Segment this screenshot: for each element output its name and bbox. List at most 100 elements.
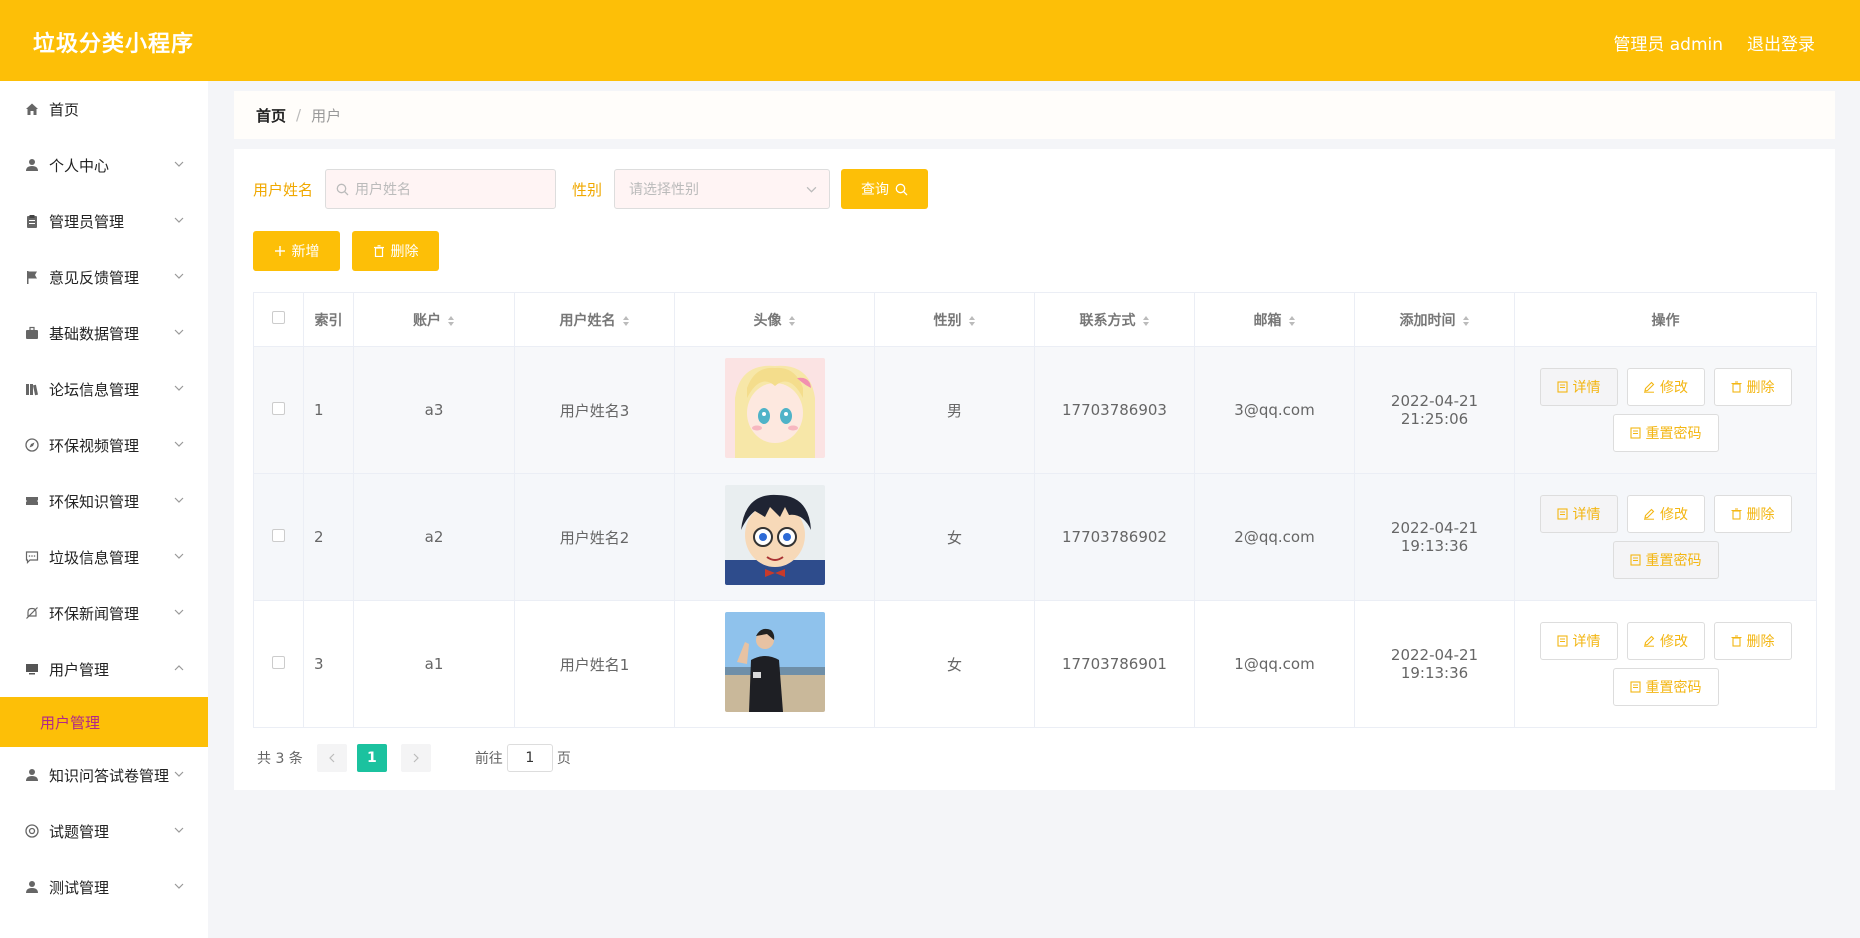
column-header-index: 索引 xyxy=(303,292,354,347)
sidebar-item-knowledge[interactable]: 环保知识管理 xyxy=(0,473,208,529)
sort-icon[interactable] xyxy=(1288,315,1296,327)
user-table: 索引 账户 用户姓名 头像 性别 联系方式 邮箱 添加时间 操作 1 a3 用户… xyxy=(253,292,1817,728)
name-search-input[interactable]: 用户姓名 xyxy=(325,169,557,209)
reset-password-button[interactable]: 重置密码 xyxy=(1612,668,1719,706)
admin-label[interactable]: 管理员 admin xyxy=(1613,30,1723,55)
row-checkbox[interactable] xyxy=(272,529,285,542)
gender-select[interactable]: 请选择性别 xyxy=(614,169,831,209)
next-page-button[interactable] xyxy=(400,744,431,772)
logout-button[interactable]: 退出登录 xyxy=(1747,30,1815,55)
sidebar-item-news[interactable]: 环保新闻管理 xyxy=(0,585,208,641)
search-icon xyxy=(336,183,349,195)
avatar-image[interactable] xyxy=(724,612,825,712)
row-checkbox[interactable] xyxy=(272,402,285,415)
sort-icon[interactable] xyxy=(1142,315,1150,327)
detail-button[interactable]: 详情 xyxy=(1539,368,1618,406)
sidebar-item-forum[interactable]: 论坛信息管理 xyxy=(0,361,208,417)
reset-password-button[interactable]: 重置密码 xyxy=(1612,414,1719,452)
edit-button[interactable]: 修改 xyxy=(1626,368,1705,406)
sort-icon[interactable] xyxy=(1462,315,1470,327)
cell-account: a1 xyxy=(353,600,515,728)
search-form: 用户姓名 用户姓名 性别 请选择性别 查询 xyxy=(253,169,1816,209)
reset-password-button[interactable]: 重置密码 xyxy=(1612,541,1719,579)
query-button[interactable]: 查询 xyxy=(841,169,929,209)
sidebar-item-label: 个人中心 xyxy=(49,156,110,175)
page-number-current[interactable]: 1 xyxy=(356,744,387,772)
cell-index: 2 xyxy=(303,473,354,601)
sidebar-item-label: 垃圾信息管理 xyxy=(49,548,140,567)
main-content: 首页 / 用户 用户姓名 用户姓名 性别 请选择性别 查询 新增 删除 索引 账… xyxy=(234,91,1835,790)
column-header-label: 账户 xyxy=(413,312,441,329)
clipboard-icon xyxy=(24,213,40,229)
sidebar-item-questions[interactable]: 试题管理 xyxy=(0,803,208,859)
column-header-label: 头像 xyxy=(753,312,782,329)
sidebar-item-basic-data[interactable]: 基础数据管理 xyxy=(0,305,208,361)
column-header-phone[interactable]: 联系方式 xyxy=(1034,292,1195,347)
sidebar-item-admin[interactable]: 管理员管理 xyxy=(0,193,208,249)
sidebar-item-home[interactable]: 首页 xyxy=(0,81,208,137)
detail-button[interactable]: 详情 xyxy=(1539,622,1618,660)
avatar-image[interactable] xyxy=(724,485,825,585)
cell-created: 2022-04-21 19:13:36 xyxy=(1354,600,1515,728)
goto-suffix: 页 xyxy=(556,751,571,767)
compass-icon xyxy=(24,437,40,453)
cell-name: 用户姓名3 xyxy=(514,346,675,474)
cell-account: a3 xyxy=(353,346,515,474)
sidebar-item-label: 基础数据管理 xyxy=(49,324,140,343)
cell-account: a2 xyxy=(353,473,515,601)
cell-avatar xyxy=(674,600,875,728)
prev-page-button[interactable] xyxy=(316,744,347,772)
column-header-created[interactable]: 添加时间 xyxy=(1354,292,1515,347)
sort-icon[interactable] xyxy=(447,315,455,327)
user-icon xyxy=(24,879,40,895)
sidebar-item-tests[interactable]: 测试管理 xyxy=(0,859,208,915)
document-icon xyxy=(1629,681,1641,693)
delete-button[interactable]: 删除 xyxy=(1713,622,1792,660)
column-header-account[interactable]: 账户 xyxy=(353,292,515,347)
sort-icon[interactable] xyxy=(622,315,630,327)
cell-avatar xyxy=(674,346,875,474)
delete-button[interactable]: 删除 xyxy=(1713,495,1792,533)
pagination-total: 共 3 条 xyxy=(257,751,303,767)
table-row: 1 a3 用户姓名3 男 17703786903 3@qq.com 2022-0… xyxy=(253,346,1817,474)
column-header-label: 索引 xyxy=(314,312,343,329)
home-icon xyxy=(24,101,40,117)
user-icon xyxy=(24,157,40,173)
name-search-placeholder: 用户姓名 xyxy=(355,182,412,198)
detail-button-label: 详情 xyxy=(1572,507,1601,523)
sidebar-subitem-user-management[interactable]: 用户管理 xyxy=(0,697,208,747)
sidebar-item-garbage[interactable]: 垃圾信息管理 xyxy=(0,529,208,585)
sidebar-item-quiz-papers[interactable]: 知识问答试卷管理 xyxy=(0,747,208,803)
sort-icon[interactable] xyxy=(968,315,976,327)
monitor-icon xyxy=(24,661,40,677)
detail-button[interactable]: 详情 xyxy=(1539,495,1618,533)
cell-gender: 女 xyxy=(874,600,1035,728)
edit-button[interactable]: 修改 xyxy=(1626,495,1705,533)
breadcrumb-home[interactable]: 首页 xyxy=(256,105,286,126)
column-header-email[interactable]: 邮箱 xyxy=(1194,292,1355,347)
edit-button[interactable]: 修改 xyxy=(1626,622,1705,660)
sidebar-item-video[interactable]: 环保视频管理 xyxy=(0,417,208,473)
delete-button[interactable]: 删除 xyxy=(1713,368,1792,406)
sidebar-item-users[interactable]: 用户管理 xyxy=(0,641,208,697)
row-checkbox[interactable] xyxy=(272,656,285,669)
column-header-name[interactable]: 用户姓名 xyxy=(514,292,675,347)
column-header-avatar[interactable]: 头像 xyxy=(674,292,875,347)
breadcrumb-separator: / xyxy=(296,106,302,124)
sidebar-item-label: 首页 xyxy=(49,100,80,119)
sidebar-item-feedback[interactable]: 意见反馈管理 xyxy=(0,249,208,305)
goto-page-input[interactable]: 1 xyxy=(506,744,553,772)
avatar-image[interactable] xyxy=(724,358,825,458)
sidebar-item-personal-center[interactable]: 个人中心 xyxy=(0,137,208,193)
sidebar: 首页 个人中心 管理员管理 意见反馈管理 基础数据管理 论坛信息管理 环保视频管… xyxy=(0,81,208,938)
cell-created: 2022-04-21 19:13:36 xyxy=(1354,473,1515,601)
delete-button-label: 删除 xyxy=(1746,507,1775,523)
column-header-gender[interactable]: 性别 xyxy=(874,292,1035,347)
sort-icon[interactable] xyxy=(788,315,796,327)
cell-email: 2@qq.com xyxy=(1194,473,1355,601)
batch-delete-button[interactable]: 删除 xyxy=(352,231,439,271)
select-all-checkbox[interactable] xyxy=(272,311,285,324)
row-select-cell xyxy=(253,600,304,728)
table-row: 3 a1 用户姓名1 女 17703786901 1@qq.com 2022-0… xyxy=(253,600,1817,728)
add-button[interactable]: 新增 xyxy=(253,231,340,271)
